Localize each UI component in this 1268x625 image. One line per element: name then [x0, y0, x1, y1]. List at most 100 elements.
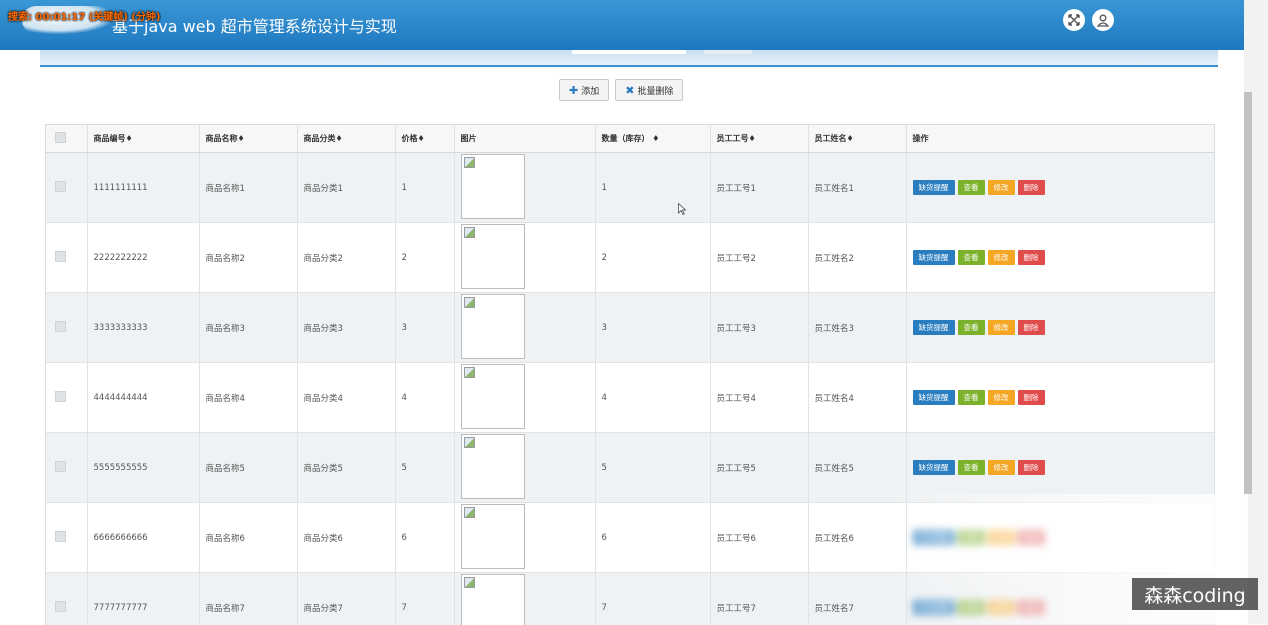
cell-name: 商品名称4 [199, 363, 297, 433]
column-header[interactable]: 员工工号♦ [710, 125, 808, 153]
row-select-cell [46, 153, 87, 223]
search-button[interactable] [704, 50, 752, 54]
cell-emp-no: 员工工号7 [710, 573, 808, 625]
cell-qty: 7 [595, 573, 710, 625]
row-checkbox[interactable] [55, 181, 66, 192]
product-image[interactable] [461, 574, 525, 625]
cell-image [454, 573, 595, 625]
edit-button[interactable]: 修改 [988, 250, 1015, 265]
mouse-cursor-icon [678, 203, 686, 215]
view-button[interactable]: 查看 [958, 250, 985, 265]
cell-category: 商品分类3 [297, 293, 395, 363]
stock-alert-button[interactable]: 缺货提醒 [913, 390, 955, 405]
edit-button[interactable]: 修改 [988, 320, 1015, 335]
cell-price: 1 [395, 153, 454, 223]
edit-button[interactable]: 修改 [988, 390, 1015, 405]
product-image[interactable] [461, 154, 525, 219]
sort-icon: ♦ [418, 134, 425, 143]
row-select-cell [46, 363, 87, 433]
cell-emp-no: 员工工号5 [710, 433, 808, 503]
cell-image [454, 363, 595, 433]
row-checkbox[interactable] [55, 531, 66, 542]
cell-emp-no: 员工工号2 [710, 223, 808, 293]
cell-id: 7777777777 [87, 573, 199, 625]
product-image[interactable] [461, 504, 525, 569]
delete-button[interactable]: 删除 [1018, 460, 1045, 475]
cell-price: 5 [395, 433, 454, 503]
table-row: 1111111111商品名称1商品分类111员工工号1员工姓名1 缺货提醒 查看… [46, 153, 1214, 223]
stock-alert-button[interactable]: 缺货提醒 [913, 320, 955, 335]
sort-icon: ♦ [336, 134, 343, 143]
cell-name: 商品名称7 [199, 573, 297, 625]
stock-alert-button[interactable]: 缺货提醒 [913, 250, 955, 265]
cell-emp-name: 员工姓名5 [808, 433, 906, 503]
cell-name: 商品名称5 [199, 433, 297, 503]
cell-emp-no: 员工工号4 [710, 363, 808, 433]
user-icon[interactable] [1092, 9, 1114, 31]
sort-icon: ♦ [749, 134, 756, 143]
cell-price: 3 [395, 293, 454, 363]
cell-price: 6 [395, 503, 454, 573]
row-checkbox[interactable] [55, 391, 66, 402]
view-button[interactable]: 查看 [958, 180, 985, 195]
delete-button[interactable]: 删除 [1018, 180, 1045, 195]
broken-image-icon [464, 157, 475, 168]
row-select-cell [46, 503, 87, 573]
row-checkbox[interactable] [55, 601, 66, 612]
cell-emp-name: 员工姓名4 [808, 363, 906, 433]
product-image[interactable] [461, 224, 525, 289]
cell-image [454, 223, 595, 293]
search-input[interactable] [572, 50, 686, 54]
delete-button[interactable]: 删除 [1018, 390, 1045, 405]
column-header[interactable]: 价格♦ [395, 125, 454, 153]
fullscreen-icon[interactable] [1063, 9, 1085, 31]
column-header: 操作 [906, 125, 1214, 153]
column-header[interactable]: 商品分类♦ [297, 125, 395, 153]
batch-delete-label: 批量删除 [637, 84, 673, 97]
toolbar: ✚ 添加 ✖ 批量删除 [559, 79, 683, 101]
cell-id: 4444444444 [87, 363, 199, 433]
table-row: 4444444444商品名称4商品分类444员工工号4员工姓名4 缺货提醒 查看… [46, 363, 1214, 433]
product-image[interactable] [461, 434, 525, 499]
add-button[interactable]: ✚ 添加 [559, 79, 609, 101]
cell-qty: 3 [595, 293, 710, 363]
product-image[interactable] [461, 294, 525, 359]
row-checkbox[interactable] [55, 461, 66, 472]
product-image[interactable] [461, 364, 525, 429]
stock-alert-button[interactable]: 缺货提醒 [913, 460, 955, 475]
view-button[interactable]: 查看 [958, 320, 985, 335]
watermark: 森森coding [1132, 578, 1258, 610]
column-header[interactable]: 员工姓名♦ [808, 125, 906, 153]
column-header[interactable]: 商品编号♦ [87, 125, 199, 153]
view-button[interactable]: 查看 [958, 460, 985, 475]
top-header: 基于java web 超市管理系统设计与实现 [0, 0, 1244, 50]
row-select-cell [46, 433, 87, 503]
sort-icon: ♦ [847, 134, 854, 143]
row-select-cell [46, 293, 87, 363]
cell-qty: 2 [595, 223, 710, 293]
edit-button[interactable]: 修改 [988, 460, 1015, 475]
batch-delete-button[interactable]: ✖ 批量删除 [615, 79, 683, 101]
cell-price: 7 [395, 573, 454, 625]
sort-icon: ♦ [126, 134, 133, 143]
row-checkbox[interactable] [55, 251, 66, 262]
row-checkbox[interactable] [55, 321, 66, 332]
edit-button[interactable]: 修改 [988, 180, 1015, 195]
delete-button[interactable]: 删除 [1018, 250, 1045, 265]
stock-alert-button[interactable]: 缺货提醒 [913, 180, 955, 195]
view-button[interactable]: 查看 [958, 390, 985, 405]
cell-actions: 缺货提醒 查看 修改 删除 [906, 223, 1214, 293]
scrollbar[interactable] [1244, 92, 1252, 494]
column-header[interactable]: 数量（库存） ♦ [595, 125, 710, 153]
delete-button[interactable]: 删除 [1018, 320, 1045, 335]
cell-emp-name: 员工姓名2 [808, 223, 906, 293]
table-row: 2222222222商品名称2商品分类222员工工号2员工姓名2 缺货提醒 查看… [46, 223, 1214, 293]
cell-actions: 缺货提醒 查看 修改 删除 [906, 363, 1214, 433]
column-header[interactable]: 商品名称♦ [199, 125, 297, 153]
broken-image-icon [464, 437, 475, 448]
cell-category: 商品分类4 [297, 363, 395, 433]
cell-id: 2222222222 [87, 223, 199, 293]
select-all-checkbox[interactable] [55, 132, 66, 143]
select-all-cell [46, 125, 87, 153]
cell-actions: 缺货提醒 查看 修改 删除 [906, 293, 1214, 363]
